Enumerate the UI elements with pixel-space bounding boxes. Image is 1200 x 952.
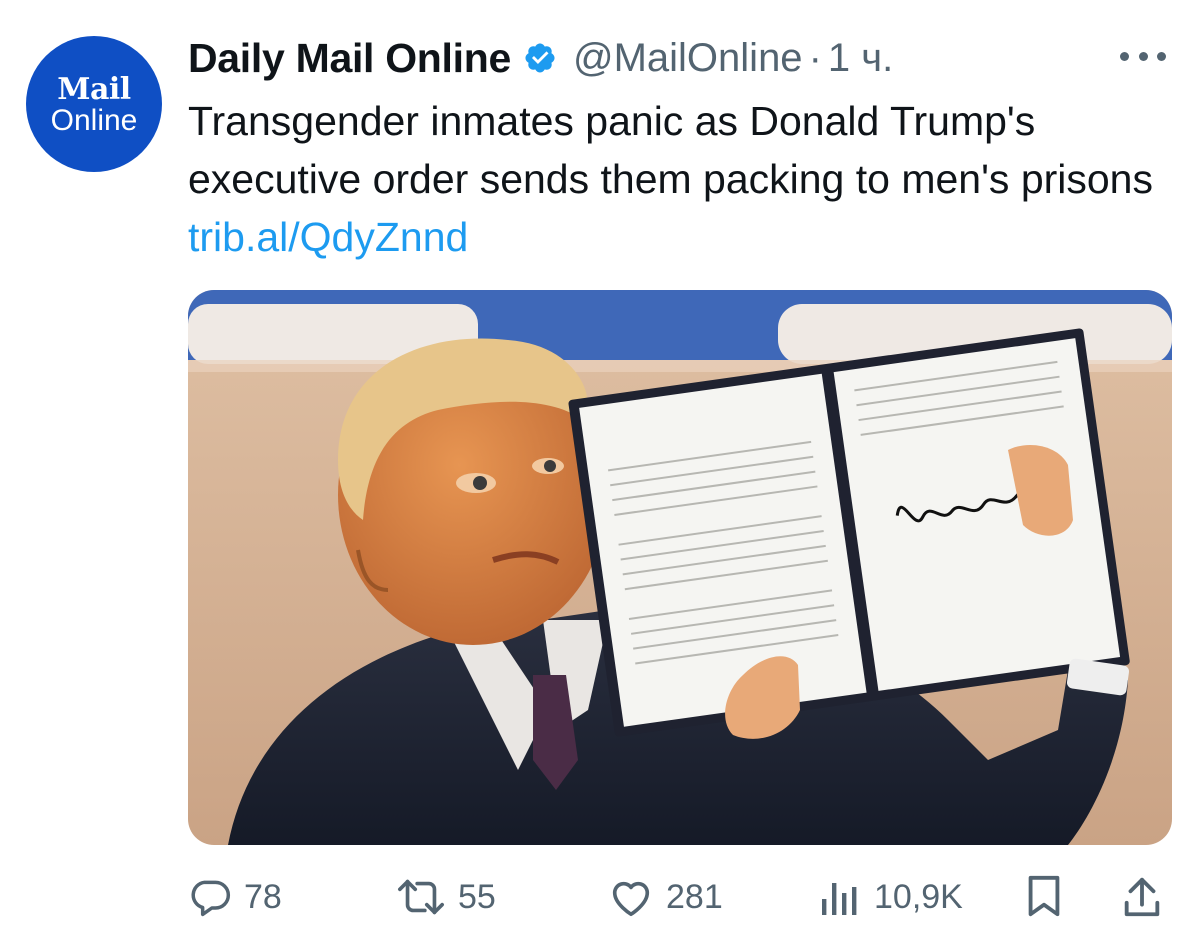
views-chart-icon [818, 875, 862, 919]
avatar-logo-mail: Mail [57, 72, 131, 107]
share-icon [1120, 874, 1164, 920]
author-name[interactable]: Daily Mail Online [188, 35, 511, 82]
separator-dot: · [808, 35, 822, 80]
avatar[interactable]: Mail Online [26, 36, 162, 172]
tweet-link[interactable]: trib.al/QdyZnnd [188, 214, 468, 260]
more-dot [1138, 51, 1148, 61]
reply-button[interactable]: 78 [188, 862, 282, 932]
views-button[interactable]: 10,9K [818, 862, 963, 932]
repost-icon [396, 875, 446, 919]
photo-illustration [188, 290, 1172, 845]
verified-badge-icon [523, 41, 557, 75]
tweet-photo[interactable] [188, 290, 1172, 845]
like-button[interactable]: 281 [608, 862, 723, 932]
more-dot [1157, 51, 1166, 61]
action-bar: 78 55 281 10,9K [188, 862, 1172, 932]
like-count: 281 [666, 877, 723, 916]
bookmark-button[interactable] [1024, 862, 1064, 932]
more-dot [1120, 51, 1129, 61]
tweet-text: Transgender inmates panic as Donald Trum… [188, 92, 1173, 266]
reply-icon [188, 875, 232, 919]
author-handle[interactable]: @MailOnline [573, 36, 803, 81]
bookmark-icon [1024, 874, 1064, 920]
repost-button[interactable]: 55 [396, 862, 496, 932]
view-count: 10,9K [874, 877, 963, 916]
reply-count: 78 [244, 877, 282, 916]
tweet-body: Transgender inmates panic as Donald Trum… [188, 98, 1153, 202]
repost-count: 55 [458, 877, 496, 916]
avatar-logo-online: Online [50, 104, 138, 137]
tweet-time[interactable]: 1 ч. [828, 36, 893, 81]
tweet-header: Daily Mail Online @MailOnline · 1 ч. [188, 30, 893, 86]
heart-icon [608, 875, 654, 919]
share-button[interactable] [1120, 862, 1164, 932]
more-options-icon[interactable] [1120, 44, 1166, 68]
